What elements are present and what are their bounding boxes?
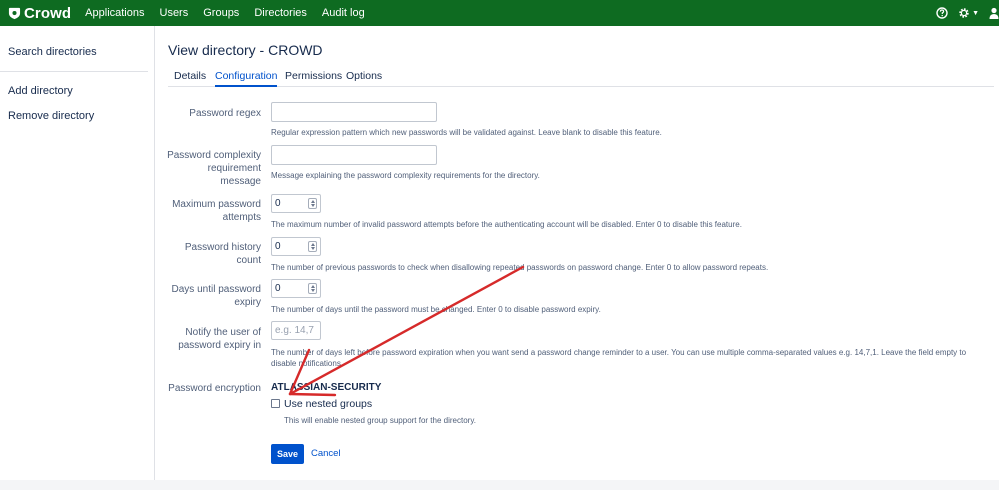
user-icon: [989, 7, 999, 19]
spinner-icon[interactable]: [308, 198, 317, 209]
expiry-label-line: Days until password: [171, 284, 261, 295]
history-label-line: Password history: [184, 242, 261, 253]
password-regex-help: Regular expression pattern which new pas…: [271, 128, 662, 137]
brand-name: Crowd: [24, 4, 72, 22]
max-attempts-value: 0: [275, 198, 281, 209]
nav-users[interactable]: Users: [160, 7, 189, 19]
complexity-message-label: Password complexity requirement message: [167, 149, 261, 188]
nested-groups-checkbox[interactable]: [271, 399, 280, 408]
tab-bar: Details Configuration Permissions Option…: [168, 70, 994, 87]
nav-directories[interactable]: Directories: [254, 7, 307, 19]
sidebar-add-directory[interactable]: Add directory: [8, 85, 73, 97]
password-encryption-value: ATLASSIAN-SECURITY: [271, 382, 382, 393]
sidebar-remove-directory[interactable]: Remove directory: [8, 110, 94, 122]
password-regex-label: Password regex: [189, 108, 261, 119]
notify-label-line: Notify the user of: [185, 327, 261, 338]
notify-expiry-help: The number of days left before password …: [271, 348, 967, 368]
max-attempts-input[interactable]: 0: [271, 194, 321, 213]
history-label-line: count: [236, 255, 261, 266]
complexity-label-line: message: [220, 176, 261, 187]
expiry-days-label: Days until password expiry: [172, 283, 261, 309]
nested-groups-help: This will enable nested group support fo…: [284, 416, 476, 425]
complexity-label-line: requirement: [207, 163, 261, 174]
notify-expiry-input[interactable]: e.g. 14,7: [271, 321, 321, 340]
expiry-days-help: The number of days until the password mu…: [271, 305, 601, 314]
save-button[interactable]: Save: [271, 444, 304, 464]
crowd-logo-icon: [8, 7, 21, 19]
settings-menu[interactable]: ▼: [958, 7, 979, 19]
max-attempts-label-line: attempts: [222, 212, 261, 223]
history-count-label: Password history count: [185, 241, 261, 267]
sidebar: Search directories Add directory Remove …: [0, 26, 155, 480]
tab-details[interactable]: Details: [174, 70, 206, 87]
spinner-icon[interactable]: [308, 283, 317, 294]
notify-expiry-label: Notify the user of password expiry in: [178, 326, 261, 352]
nav-applications[interactable]: Applications: [85, 7, 144, 19]
tab-options[interactable]: Options: [346, 70, 382, 87]
history-count-help: The number of previous passwords to chec…: [271, 263, 769, 272]
main-nav: Applications Users Groups Directories Au…: [85, 0, 380, 26]
expiry-days-value: 0: [275, 283, 281, 294]
chevron-down-icon: ▼: [972, 9, 979, 17]
spinner-icon[interactable]: [308, 241, 317, 252]
page-footer: [0, 480, 999, 490]
expiry-days-input[interactable]: 0: [271, 279, 321, 298]
nested-groups-label[interactable]: Use nested groups: [284, 398, 372, 410]
password-encryption-label: Password encryption: [168, 383, 261, 394]
history-count-input[interactable]: 0: [271, 237, 321, 256]
tab-configuration[interactable]: Configuration: [215, 70, 278, 87]
tab-permissions[interactable]: Permissions: [285, 70, 342, 87]
header-actions: ▼: [936, 0, 999, 26]
complexity-message-input[interactable]: [271, 145, 437, 165]
cancel-link[interactable]: Cancel: [311, 448, 341, 459]
top-navigation-bar: Crowd Applications Users Groups Director…: [0, 0, 999, 26]
gear-icon: [959, 8, 969, 18]
user-menu[interactable]: [989, 7, 999, 19]
notify-expiry-placeholder: e.g. 14,7: [275, 325, 314, 336]
page-title: View directory - CROWD: [168, 42, 323, 58]
crowd-logo[interactable]: Crowd: [8, 0, 71, 26]
notify-label-line: password expiry in: [178, 340, 261, 351]
expiry-label-line: expiry: [234, 297, 261, 308]
sidebar-search-directories[interactable]: Search directories: [8, 46, 97, 58]
max-attempts-label: Maximum password attempts: [172, 198, 261, 224]
password-regex-input[interactable]: [271, 102, 437, 122]
complexity-label-line: Password complexity: [167, 150, 261, 161]
history-count-value: 0: [275, 241, 281, 252]
sidebar-divider: [0, 71, 148, 72]
max-attempts-help: The maximum number of invalid password a…: [271, 220, 742, 229]
max-attempts-label-line: Maximum password: [172, 199, 261, 210]
complexity-message-help: Message explaining the password complexi…: [271, 171, 540, 180]
nav-audit-log[interactable]: Audit log: [322, 7, 365, 19]
nav-groups[interactable]: Groups: [203, 7, 239, 19]
help-icon[interactable]: [936, 7, 948, 19]
